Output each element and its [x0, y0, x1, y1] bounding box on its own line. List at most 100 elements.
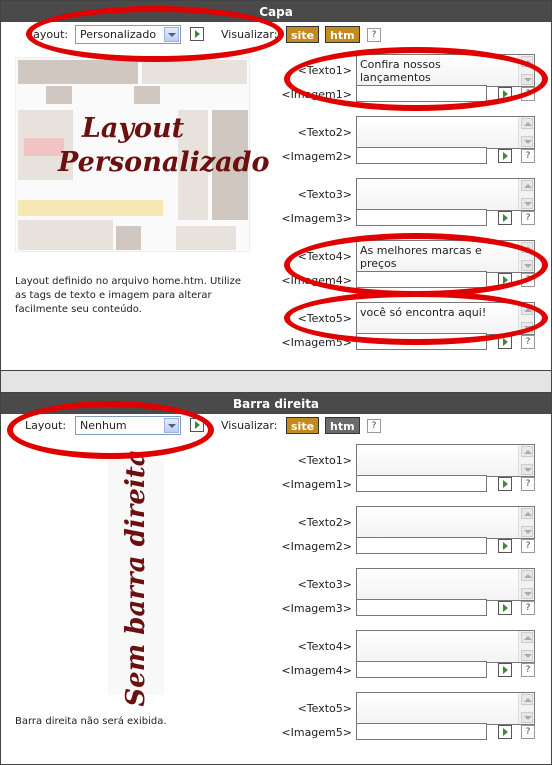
- image-field-label: <Imagem5>: [281, 336, 352, 349]
- text-field-input[interactable]: [356, 568, 535, 601]
- text-field-input[interactable]: As melhores marcas e preços: [356, 240, 535, 273]
- scrollbar[interactable]: [518, 55, 534, 86]
- scroll-up-icon[interactable]: [521, 570, 533, 581]
- scrollbar[interactable]: [518, 693, 534, 724]
- capa-preview-site-button[interactable]: site: [286, 26, 320, 43]
- image-select-button[interactable]: [498, 725, 512, 739]
- text-field-value: Confira nossos lançamentos: [360, 58, 441, 84]
- capa-layout-apply-button[interactable]: [190, 27, 204, 41]
- scrollbar[interactable]: [518, 445, 534, 476]
- image-field-input[interactable]: [356, 147, 487, 164]
- scroll-up-icon[interactable]: [521, 694, 533, 705]
- image-field-input[interactable]: [356, 85, 487, 102]
- capa-preview-htm-button[interactable]: htm: [325, 26, 360, 43]
- scroll-down-icon[interactable]: [521, 650, 533, 661]
- text-field-label: <Texto5>: [297, 702, 352, 715]
- barra-preview-label: Visualizar:: [221, 419, 278, 432]
- barra-layout-value: Nenhum: [80, 419, 127, 432]
- scroll-up-icon[interactable]: [521, 304, 533, 315]
- text-field-label: <Texto5>: [297, 312, 352, 325]
- barra-preview-htm-button[interactable]: htm: [325, 417, 360, 434]
- text-field-label: <Texto1>: [297, 64, 352, 77]
- image-select-button[interactable]: [498, 211, 512, 225]
- image-select-button[interactable]: [498, 477, 512, 491]
- scroll-up-icon[interactable]: [521, 632, 533, 643]
- scroll-up-icon[interactable]: [521, 180, 533, 191]
- scrollbar[interactable]: [518, 569, 534, 600]
- scrollbar[interactable]: [518, 631, 534, 662]
- scrollbar[interactable]: [518, 117, 534, 148]
- text-field-input[interactable]: [356, 116, 535, 149]
- image-select-button[interactable]: [498, 273, 512, 287]
- scroll-up-icon[interactable]: [521, 242, 533, 253]
- image-help-button[interactable]: ?: [521, 663, 535, 677]
- scroll-up-icon[interactable]: [521, 56, 533, 67]
- image-help-button[interactable]: ?: [521, 539, 535, 553]
- text-field-row: <Texto5> você só encontra aqui!: [270, 302, 550, 335]
- text-field-input[interactable]: [356, 444, 535, 477]
- image-select-button[interactable]: [498, 149, 512, 163]
- image-field-input[interactable]: [356, 333, 487, 350]
- image-field-input[interactable]: [356, 475, 487, 492]
- text-field-input[interactable]: [356, 506, 535, 539]
- scroll-down-icon[interactable]: [521, 464, 533, 475]
- image-field-input[interactable]: [356, 661, 487, 678]
- text-field-input[interactable]: você só encontra aqui!: [356, 302, 535, 335]
- scroll-down-icon[interactable]: [521, 322, 533, 333]
- capa-help-button[interactable]: ?: [367, 28, 381, 42]
- scroll-down-icon[interactable]: [521, 712, 533, 723]
- image-select-button[interactable]: [498, 87, 512, 101]
- image-field-row: <Imagem2>?: [270, 537, 550, 561]
- image-field-input[interactable]: [356, 537, 487, 554]
- image-help-button[interactable]: ?: [521, 149, 535, 163]
- image-field-input[interactable]: [356, 723, 487, 740]
- text-field-input[interactable]: [356, 630, 535, 663]
- image-help-button[interactable]: ?: [521, 477, 535, 491]
- image-help-button[interactable]: ?: [521, 725, 535, 739]
- text-field-value: As melhores marcas e preços: [360, 244, 482, 270]
- barra-help-button[interactable]: ?: [367, 419, 381, 433]
- scroll-down-icon[interactable]: [521, 588, 533, 599]
- image-help-button[interactable]: ?: [521, 601, 535, 615]
- barra-layout-apply-button[interactable]: [190, 418, 204, 432]
- text-field-value: você só encontra aqui!: [360, 306, 487, 319]
- scrollbar[interactable]: [518, 303, 534, 334]
- capa-layout-select[interactable]: Personalizado: [75, 25, 181, 44]
- capa-layout-label: Layout:: [27, 28, 69, 41]
- barra-layout-select[interactable]: Nenhum: [75, 416, 181, 435]
- scrollbar[interactable]: [518, 507, 534, 538]
- text-field-label: <Texto2>: [297, 516, 352, 529]
- scroll-down-icon[interactable]: [521, 526, 533, 537]
- image-select-button[interactable]: [498, 601, 512, 615]
- image-field-input[interactable]: [356, 599, 487, 616]
- section-separator: [0, 371, 552, 392]
- image-select-button[interactable]: [498, 663, 512, 677]
- scrollbar[interactable]: [518, 179, 534, 210]
- image-field-row: <Imagem1>?: [270, 85, 550, 109]
- scroll-down-icon[interactable]: [521, 260, 533, 271]
- scroll-down-icon[interactable]: [521, 136, 533, 147]
- image-select-button[interactable]: [498, 335, 512, 349]
- text-field-input[interactable]: [356, 178, 535, 211]
- scroll-down-icon[interactable]: [521, 74, 533, 85]
- image-select-button[interactable]: [498, 539, 512, 553]
- text-field-input[interactable]: [356, 692, 535, 725]
- image-help-button[interactable]: ?: [521, 211, 535, 225]
- image-field-input[interactable]: [356, 209, 487, 226]
- scroll-up-icon[interactable]: [521, 118, 533, 129]
- text-field-label: <Texto4>: [297, 250, 352, 263]
- image-field-row: <Imagem5>?: [270, 333, 550, 357]
- image-field-row: <Imagem2>?: [270, 147, 550, 171]
- image-help-button[interactable]: ?: [521, 335, 535, 349]
- scrollbar[interactable]: [518, 241, 534, 272]
- barra-overlay-title: Sem barra direita: [108, 449, 164, 706]
- image-field-label: <Imagem3>: [281, 602, 352, 615]
- scroll-down-icon[interactable]: [521, 198, 533, 209]
- scroll-up-icon[interactable]: [521, 508, 533, 519]
- image-field-input[interactable]: [356, 271, 487, 288]
- barra-preview-site-button[interactable]: site: [286, 417, 320, 434]
- image-help-button[interactable]: ?: [521, 273, 535, 287]
- image-help-button[interactable]: ?: [521, 87, 535, 101]
- text-field-input[interactable]: Confira nossos lançamentos: [356, 54, 535, 87]
- scroll-up-icon[interactable]: [521, 446, 533, 457]
